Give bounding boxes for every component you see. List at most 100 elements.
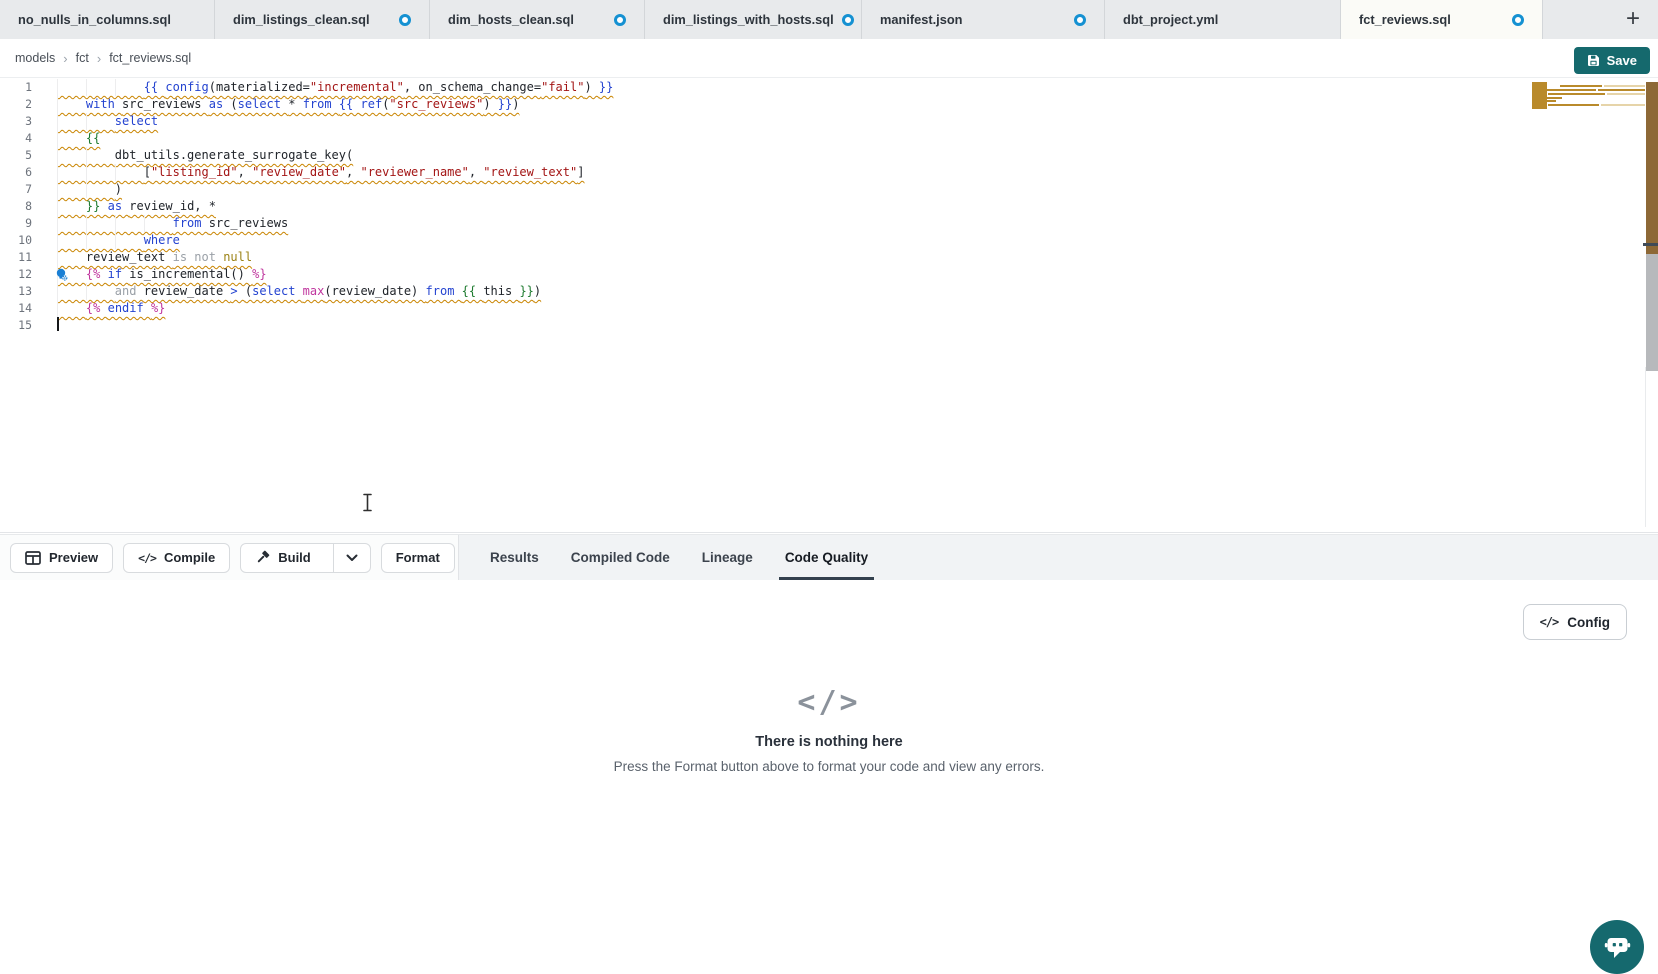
- unsaved-changes-dot-icon: [1074, 14, 1086, 26]
- code-line[interactable]: 12 {% if is_incremental() %}: [0, 266, 1658, 283]
- file-tab[interactable]: dim_listings_with_hosts.sql: [645, 0, 862, 39]
- code-line[interactable]: 15: [0, 317, 1658, 334]
- lint-minimap: [1532, 82, 1645, 109]
- indent-guide: [57, 147, 58, 164]
- new-tab-button[interactable]: +: [1626, 3, 1640, 35]
- build-options-dropdown[interactable]: [333, 544, 370, 572]
- code-line[interactable]: 7 ): [0, 181, 1658, 198]
- line-number: 5: [0, 147, 57, 164]
- indent-guide: [115, 164, 116, 181]
- indent-guide: [86, 79, 87, 96]
- line-number: 9: [0, 215, 57, 232]
- indent-guide: [57, 181, 58, 198]
- code-quality-panel: </> Config </> There is nothing here Pre…: [0, 580, 1658, 955]
- file-tab-bar: no_nulls_in_columns.sql dim_listings_clea…: [0, 0, 1658, 39]
- preview-button[interactable]: Preview: [10, 543, 113, 573]
- line-number: 6: [0, 164, 57, 181]
- file-tab[interactable]: fct_reviews.sql: [1341, 0, 1543, 39]
- breadcrumb-item-file[interactable]: fct_reviews.sql: [109, 51, 191, 65]
- breadcrumb-item-models[interactable]: models: [15, 51, 55, 65]
- code-line[interactable]: 1 {{ config(materialized="incremental", …: [0, 79, 1658, 96]
- build-button[interactable]: Build: [241, 544, 325, 572]
- indent-guide: [86, 147, 87, 164]
- code-line-text: ["listing_id", "review_date", "reviewer_…: [57, 164, 584, 181]
- code-line[interactable]: 2 with src_reviews as (select * from {{ …: [0, 96, 1658, 113]
- line-number: 1: [0, 79, 57, 96]
- code-line[interactable]: 10 where: [0, 232, 1658, 249]
- line-number: 14: [0, 300, 57, 317]
- unsaved-changes-dot-icon: [614, 14, 626, 26]
- line-number: 8: [0, 198, 57, 215]
- file-tab[interactable]: dim_listings_clean.sql: [215, 0, 430, 39]
- panel-tab-results[interactable]: Results: [474, 535, 555, 580]
- chevron-down-icon: [346, 554, 358, 562]
- format-button[interactable]: Format: [381, 543, 455, 573]
- panel-tab-lineage[interactable]: Lineage: [686, 535, 769, 580]
- copilot-chat-button[interactable]: [1590, 920, 1644, 974]
- indent-guide: [57, 249, 58, 266]
- line-number: 10: [0, 232, 57, 249]
- file-tab[interactable]: dim_hosts_clean.sql: [430, 0, 645, 39]
- editor-scrollbar[interactable]: [1646, 82, 1658, 531]
- code-brackets-icon: </>: [1540, 615, 1559, 629]
- code-line[interactable]: 3 select: [0, 113, 1658, 130]
- code-line-text: where: [57, 232, 180, 249]
- panel-tab-code-quality[interactable]: Code Quality: [769, 535, 884, 580]
- file-tab-label: dim_listings_clean.sql: [233, 12, 370, 27]
- preview-button-label: Preview: [49, 550, 98, 565]
- panel-tab-compiled-code[interactable]: Compiled Code: [555, 535, 686, 580]
- indent-guide: [57, 300, 58, 317]
- file-tab[interactable]: no_nulls_in_columns.sql: [0, 0, 215, 39]
- scrollbar-thumb[interactable]: [1646, 254, 1658, 371]
- code-line-text: }} as review_id, *: [57, 198, 216, 215]
- format-button-label: Format: [396, 550, 440, 565]
- file-tab[interactable]: dbt_project.yml: [1105, 0, 1341, 39]
- bottom-panel-bar: Preview </> Compile Build Format Results…: [0, 534, 1658, 580]
- text-caret: [57, 317, 59, 331]
- scrollbar-annotations: [1646, 82, 1658, 254]
- code-line[interactable]: 13 and review_date > (select max(review_…: [0, 283, 1658, 300]
- empty-state-title: There is nothing here: [0, 734, 1658, 750]
- code-line[interactable]: 14 {% endif %}: [0, 300, 1658, 317]
- empty-state: </> There is nothing here Press the Form…: [0, 685, 1658, 774]
- robot-chat-icon: [1604, 935, 1631, 959]
- code-line-text: ): [57, 181, 122, 198]
- file-tab[interactable]: manifest.json: [862, 0, 1105, 39]
- save-button-label: Save: [1607, 53, 1637, 68]
- save-icon: [1587, 54, 1600, 67]
- config-button[interactable]: </> Config: [1523, 604, 1627, 640]
- code-line[interactable]: 4 {{: [0, 130, 1658, 147]
- code-line[interactable]: 9 from src_reviews: [0, 215, 1658, 232]
- line-number: 2: [0, 96, 57, 113]
- breadcrumb: models › fct › fct_reviews.sql: [0, 39, 1658, 78]
- mouse-cursor-ibeam: [362, 493, 374, 516]
- file-tab-label: dim_listings_with_hosts.sql: [663, 12, 834, 27]
- code-line-text: {% endif %}: [57, 300, 165, 317]
- indent-guide: [115, 232, 116, 249]
- file-tab-label: dbt_project.yml: [1123, 12, 1218, 27]
- code-line[interactable]: 8 }} as review_id, *: [0, 198, 1658, 215]
- code-line[interactable]: 5 dbt_utils.generate_surrogate_key(: [0, 147, 1658, 164]
- compile-button-label: Compile: [164, 550, 215, 565]
- code-editor[interactable]: 1 {{ config(materialized="incremental", …: [0, 78, 1658, 533]
- compile-button[interactable]: </> Compile: [123, 543, 230, 573]
- unsaved-changes-dot-icon: [399, 14, 411, 26]
- code-line-text: and review_date > (select max(review_dat…: [57, 283, 541, 300]
- line-number: 13: [0, 283, 57, 300]
- preview-table-icon: [25, 551, 41, 565]
- indent-guide: [57, 96, 58, 113]
- unsaved-changes-dot-icon: [842, 14, 854, 26]
- code-line[interactable]: 11 review_text is not null: [0, 249, 1658, 266]
- build-split-button: Build: [240, 543, 371, 573]
- indent-guide: [86, 181, 87, 198]
- code-lines: 1 {{ config(materialized="incremental", …: [0, 79, 1658, 334]
- breadcrumb-item-fct[interactable]: fct: [76, 51, 89, 65]
- code-line[interactable]: 6 ["listing_id", "review_date", "reviewe…: [0, 164, 1658, 181]
- file-tab-label: no_nulls_in_columns.sql: [18, 12, 171, 27]
- code-brackets-icon: </>: [0, 685, 1658, 720]
- indent-guide: [115, 215, 116, 232]
- save-button[interactable]: Save: [1574, 47, 1650, 74]
- indent-guide: [86, 113, 87, 130]
- breadcrumb-separator-icon: ›: [97, 51, 101, 66]
- code-line-text: {{: [57, 130, 100, 147]
